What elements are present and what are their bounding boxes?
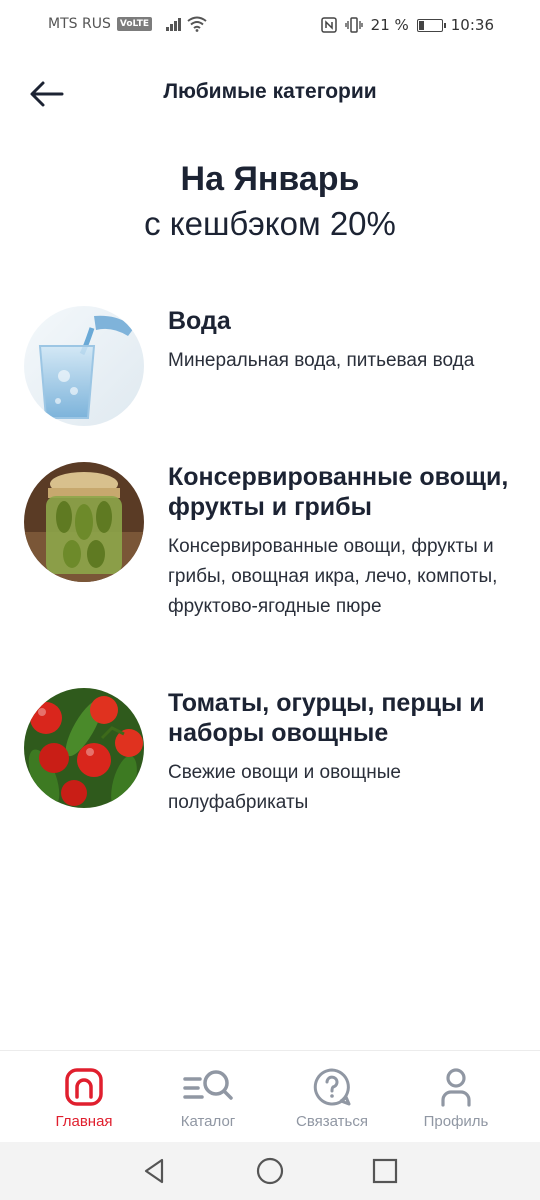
tomatoes-cucumbers-image	[24, 688, 144, 808]
nav-label-profile: Профиль	[423, 1113, 489, 1130]
status-right: 21 % 10:36	[320, 16, 494, 34]
nav-label-home: Главная	[55, 1113, 113, 1130]
hero-heading: На Январь с кешбэком 20%	[0, 156, 540, 246]
category-text-water: Вода Минеральная вода, питьевая вода	[168, 306, 512, 376]
status-left: MTS RUS VoLTE	[48, 16, 207, 32]
bottom-navigation: Главная Каталог Связаться Профиль	[0, 1050, 540, 1142]
nav-label-contact: Связаться	[296, 1113, 368, 1130]
carrier-name: MTS RUS	[48, 16, 111, 32]
battery-icon	[416, 18, 446, 32]
nfc-icon	[320, 17, 337, 33]
back-triangle-icon[interactable]	[140, 1156, 170, 1186]
catalog-search-icon	[183, 1070, 233, 1100]
category-text-vegetables: Томаты, огурцы, перцы и наборы овощные С…	[168, 688, 512, 818]
category-title: Консервированные овощи, фрукты и грибы	[168, 463, 509, 521]
category-text-canned: Консервированные овощи, фрукты и грибы К…	[168, 462, 512, 622]
chat-question-icon	[313, 1068, 351, 1106]
home-icon	[65, 1068, 103, 1106]
home-circle-icon[interactable]	[255, 1156, 285, 1186]
hero-period: На Январь	[180, 160, 360, 198]
volte-badge: VoLTE	[116, 17, 153, 31]
app-header: Любимые категории	[0, 68, 540, 120]
category-item-vegetables[interactable]: Томаты, огурцы, перцы и наборы овощные С…	[0, 688, 540, 828]
category-description: Свежие овощи и овощные полуфабрикаты	[168, 762, 401, 813]
nav-item-home[interactable]: Главная	[24, 1051, 144, 1143]
page-title: Любимые категории	[163, 80, 377, 103]
recents-square-icon[interactable]	[370, 1156, 400, 1186]
nav-item-profile[interactable]: Профиль	[396, 1051, 516, 1143]
category-description: Минеральная вода, питьевая вода	[168, 350, 475, 371]
wifi-icon	[187, 16, 207, 32]
pickle-jar-image	[24, 462, 144, 582]
system-navigation-bar	[0, 1142, 540, 1200]
category-title: Вода	[168, 307, 231, 335]
nav-label-catalog: Каталог	[180, 1113, 236, 1130]
category-item-canned[interactable]: Консервированные овощи, фрукты и грибы К…	[0, 462, 540, 662]
category-title: Томаты, огурцы, перцы и наборы овощные	[168, 689, 485, 747]
battery-percent: 21 %	[370, 16, 409, 34]
nav-item-contact[interactable]: Связаться	[272, 1051, 392, 1143]
hero-cashback: с кешбэком 20%	[144, 205, 396, 242]
nav-item-catalog[interactable]: Каталог	[148, 1051, 268, 1143]
water-glass-image	[24, 306, 144, 426]
vibrate-icon	[345, 17, 363, 33]
profile-icon	[441, 1068, 471, 1107]
status-bar: MTS RUS VoLTE 21 % 10:36	[0, 0, 540, 52]
signal-icon	[166, 17, 182, 31]
clock: 10:36	[450, 16, 494, 34]
category-description: Консервированные овощи, фрукты и грибы, …	[168, 536, 498, 617]
category-item-water[interactable]: Вода Минеральная вода, питьевая вода	[0, 306, 540, 436]
